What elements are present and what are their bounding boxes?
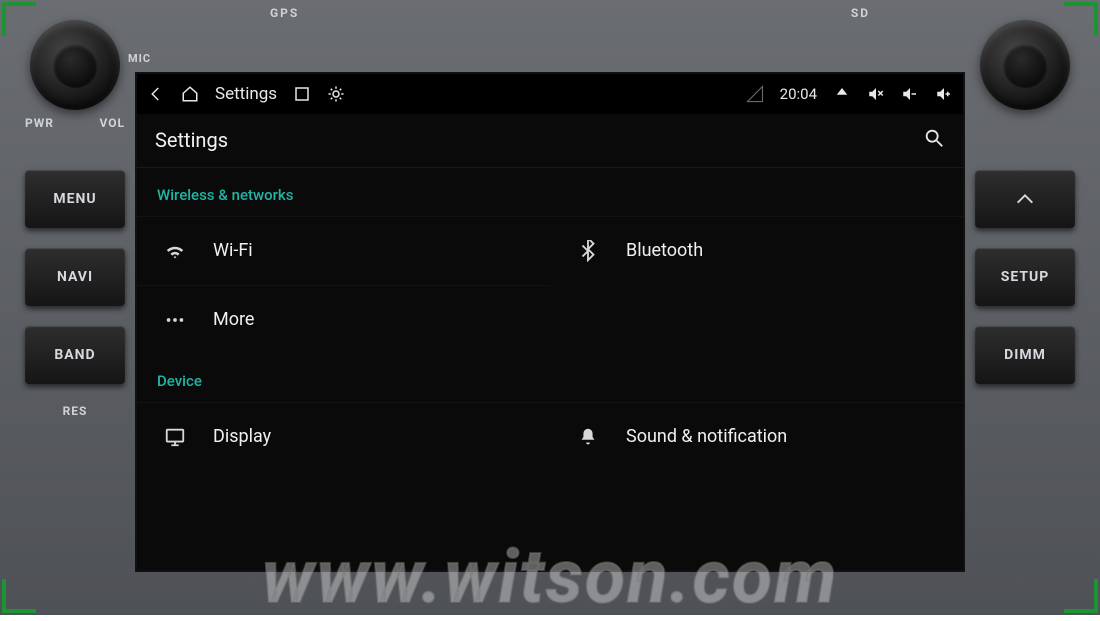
display-item[interactable]: Display [137, 402, 550, 471]
home-icon[interactable] [181, 85, 199, 103]
light-icon[interactable] [327, 85, 345, 103]
wifi-item[interactable]: Wi-Fi [137, 216, 550, 285]
vol-up-icon[interactable] [935, 85, 953, 103]
device-bezel: GPS SD MIC PWR VOL MENU NAVI BAND RES Se… [0, 0, 1100, 615]
more-label: More [213, 309, 254, 330]
band-button[interactable]: BAND [25, 326, 125, 384]
sound-item[interactable]: Sound & notification [550, 402, 963, 471]
settings-content: Wireless & networks Wi-Fi Bluetooth More [137, 168, 963, 570]
more-item[interactable]: More [137, 285, 550, 354]
res-label: RES [63, 404, 88, 418]
settings-header: Settings [137, 114, 963, 168]
knob-labels-left: PWR VOL [15, 116, 135, 130]
screen: Settings 20:04 Settings Wireless & netwo… [135, 72, 965, 572]
navi-button[interactable]: NAVI [25, 248, 125, 306]
signal-off-icon [746, 85, 764, 103]
bell-icon [576, 425, 600, 449]
crop-corner-br [1064, 579, 1098, 613]
android-statusbar: Settings 20:04 [137, 74, 963, 114]
menu-button[interactable]: MENU [25, 170, 125, 228]
statusbar-time: 20:04 [780, 85, 817, 103]
bluetooth-label: Bluetooth [626, 240, 703, 261]
wifi-label: Wi-Fi [213, 240, 253, 261]
bluetooth-icon [576, 239, 600, 263]
more-icon [163, 308, 187, 332]
recents-icon[interactable] [293, 85, 311, 103]
display-label: Display [213, 426, 271, 447]
back-icon[interactable] [147, 85, 165, 103]
crop-corner-bl [2, 579, 36, 613]
setup-button[interactable]: SETUP [975, 248, 1075, 306]
eject-icon[interactable] [833, 85, 851, 103]
crop-corner-tr [1064, 2, 1098, 36]
pwr-label: PWR [25, 116, 54, 130]
category-wireless: Wireless & networks [137, 168, 963, 216]
sd-slot-label: SD [851, 6, 870, 20]
vol-label: VOL [99, 116, 125, 130]
right-physical-panel: .. SETUP DIMM [965, 0, 1085, 615]
dimm-button[interactable]: DIMM [975, 326, 1075, 384]
sound-label: Sound & notification [626, 426, 787, 447]
volume-knob[interactable] [30, 20, 120, 110]
wifi-icon [163, 239, 187, 263]
settings-header-title: Settings [155, 128, 228, 152]
tune-knob[interactable] [980, 20, 1070, 110]
search-icon[interactable] [923, 127, 945, 154]
left-physical-panel: PWR VOL MENU NAVI BAND RES [15, 0, 135, 615]
bluetooth-item[interactable]: Bluetooth [550, 216, 963, 285]
up-button[interactable] [975, 170, 1075, 228]
crop-corner-tl [2, 2, 36, 36]
statusbar-title: Settings [215, 84, 277, 104]
gps-slot-label: GPS [270, 6, 299, 20]
display-icon [163, 425, 187, 449]
category-device: Device [137, 354, 963, 402]
vol-down-icon[interactable] [901, 85, 919, 103]
mute-icon[interactable] [867, 85, 885, 103]
